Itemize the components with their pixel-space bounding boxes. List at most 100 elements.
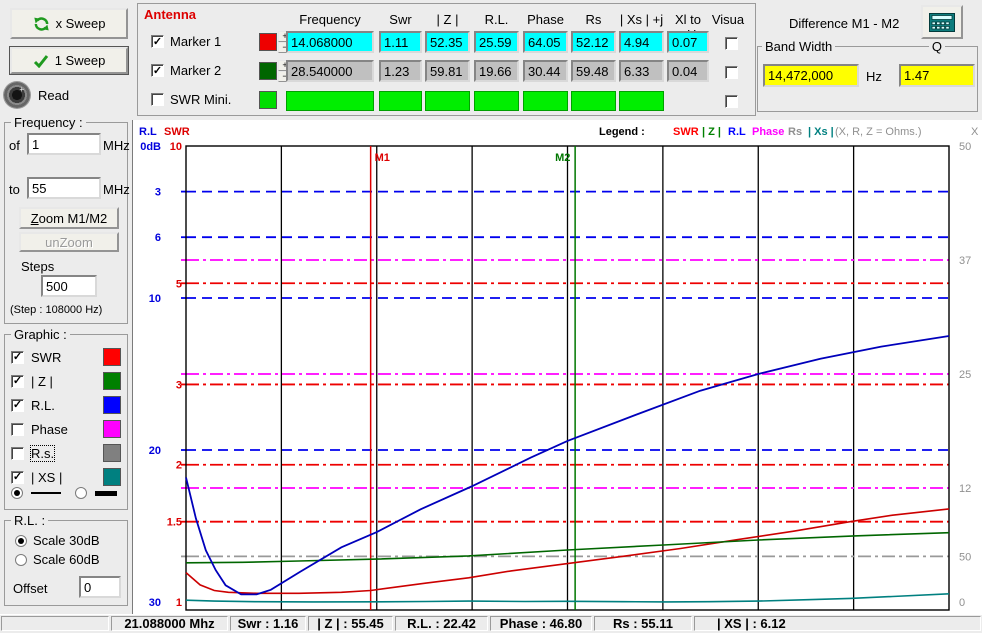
value-cell[interactable]: 59.48 xyxy=(571,60,616,82)
scale-30db-label: Scale 30dB xyxy=(33,533,100,548)
status-segment: 21.088000 Mhz xyxy=(111,616,228,631)
graphic-checkbox[interactable] xyxy=(11,447,24,460)
thick-line-radio[interactable] xyxy=(75,487,87,499)
legend-entry: R.L xyxy=(728,126,746,138)
steps-label: Steps xyxy=(21,259,54,274)
graphic-label: | Z | xyxy=(31,374,53,389)
rl-panel-title: R.L. : xyxy=(11,513,48,528)
graphic-color-swatch[interactable] xyxy=(103,372,121,390)
graphic-item: ✓R.L. xyxy=(11,393,121,417)
calculator-button[interactable] xyxy=(921,5,963,39)
value-cell[interactable]: 14.068000 xyxy=(286,31,374,53)
offset-input[interactable]: 0 xyxy=(79,576,121,598)
graphic-color-swatch[interactable] xyxy=(103,468,121,486)
offset-value: 0 xyxy=(84,580,91,595)
swr-axis-name: SWR xyxy=(164,126,190,138)
graphic-color-swatch[interactable] xyxy=(103,420,121,438)
to-unit: MHz xyxy=(103,182,130,197)
bandwidth-field[interactable]: 14,472,000 xyxy=(763,64,859,87)
scale-60db-radio[interactable] xyxy=(15,554,27,566)
column-header: | Xs | +j xyxy=(619,12,664,27)
graphic-checkbox[interactable] xyxy=(11,423,24,436)
value-cell[interactable]: 25.59 xyxy=(474,31,519,53)
freq-to-input[interactable]: 55 xyxy=(27,177,101,199)
swr-mini-color-swatch[interactable] xyxy=(259,91,277,109)
graphic-color-swatch[interactable] xyxy=(103,348,121,366)
thin-line-sample xyxy=(31,492,61,494)
scale-30db-option[interactable]: Scale 30dB xyxy=(15,533,100,548)
antenna-analyzer-app: { "icons": {"check": "✓"}, "toolbar": { … xyxy=(0,0,982,632)
ohm-tick-label: 50 xyxy=(959,141,971,153)
x-axis-header: X xyxy=(971,126,979,138)
graphic-checkbox[interactable]: ✓ xyxy=(11,399,24,412)
value-cell[interactable]: 4.94 xyxy=(619,31,664,53)
marker2-checkbox[interactable]: ✓ xyxy=(151,64,164,77)
scale-60db-option[interactable]: Scale 60dB xyxy=(15,552,100,567)
graphic-checkbox[interactable]: ✓ xyxy=(11,351,24,364)
graphic-item: Phase xyxy=(11,417,121,441)
read-knob-icon[interactable] xyxy=(4,82,30,108)
value-cell[interactable]: 1.23 xyxy=(379,60,422,82)
value-cell[interactable]: 6.33 xyxy=(619,60,664,82)
thick-line-sample xyxy=(95,491,117,496)
marker2-color-swatch[interactable] xyxy=(259,62,277,80)
bandwidth-groupbox: Band Width Q 14,472,000 Hz 1.47 xyxy=(757,46,978,112)
freq-from-input[interactable]: 1 xyxy=(27,133,101,155)
status-segment-empty xyxy=(1,616,109,631)
steps-input[interactable]: 500 xyxy=(41,275,97,297)
legend-title: Legend : xyxy=(599,126,645,138)
graphic-checkbox[interactable]: ✓ xyxy=(11,471,24,484)
swr-tick-label: 2 xyxy=(176,460,182,472)
swr-tick-label: 5 xyxy=(176,278,182,290)
x-sweep-label: x Sweep xyxy=(56,16,106,31)
to-label: to xyxy=(9,182,20,197)
graphic-checkbox[interactable]: ✓ xyxy=(11,375,24,388)
column-header: | Z | xyxy=(425,12,470,27)
marker1-color-swatch[interactable] xyxy=(259,33,277,51)
q-field[interactable]: 1.47 xyxy=(899,64,975,87)
x-sweep-button[interactable]: x Sweep xyxy=(10,8,128,39)
swr-mini-cell xyxy=(379,91,422,111)
antenna-title: Antenna xyxy=(144,7,196,22)
swr-mini-cell xyxy=(474,91,519,111)
unzoom-button[interactable]: unZoom xyxy=(19,232,119,252)
swr-tick-label: 1.5 xyxy=(167,517,182,529)
graphic-color-swatch[interactable] xyxy=(103,396,121,414)
bandwidth-label: Band Width xyxy=(762,39,835,54)
value-cell[interactable]: 59.81 xyxy=(425,60,470,82)
swr-mini-checkbox[interactable] xyxy=(151,93,164,106)
marker2-label: Marker 2 xyxy=(170,63,221,78)
swr-mini-cell xyxy=(571,91,616,111)
column-header: Visua xyxy=(698,12,758,27)
value-cell[interactable]: 28.540000 xyxy=(286,60,374,82)
thin-line-radio[interactable] xyxy=(11,487,23,499)
status-bar: 21.088000 MhzSwr : 1.16| Z | : 55.45R.L.… xyxy=(0,614,982,633)
status-segment: Swr : 1.16 xyxy=(230,616,306,631)
zoom-m1-m2-button[interactable]: Zoom M1/M2 xyxy=(19,207,119,229)
legend-note: (X, R, Z = Ohms.) xyxy=(835,126,921,138)
frequency-panel: Frequency : of 1 MHz to 55 MHz Zoom M1/M… xyxy=(4,122,128,324)
graphic-color-swatch[interactable] xyxy=(103,444,121,462)
value-cell[interactable]: 0.04 xyxy=(667,60,709,82)
value-cell[interactable]: 0.07 xyxy=(667,31,709,53)
value-cell[interactable]: 52.12 xyxy=(571,31,616,53)
value-cell[interactable]: 64.05 xyxy=(523,31,568,53)
refresh-icon xyxy=(33,16,50,32)
marker2-visual-checkbox[interactable] xyxy=(725,66,738,79)
bandwidth-value: 14,472,000 xyxy=(768,68,833,83)
swr-mini-cell xyxy=(523,91,568,111)
one-sweep-button[interactable]: 1 Sweep xyxy=(10,47,128,74)
marker1-checkbox[interactable]: ✓ xyxy=(151,35,164,48)
value-cell[interactable]: 52.35 xyxy=(425,31,470,53)
sweep-plot[interactable]: M1M2R.LSWR0dB36102030105321.515037251250… xyxy=(133,120,982,614)
status-segment: Phase : 46.80 xyxy=(490,616,592,631)
rl-panel: R.L. : Scale 30dB Scale 60dB Offset 0 xyxy=(4,520,128,606)
value-cell[interactable]: 19.66 xyxy=(474,60,519,82)
value-cell[interactable]: 30.44 xyxy=(523,60,568,82)
value-cell[interactable]: 1.11 xyxy=(379,31,422,53)
scale-30db-radio[interactable] xyxy=(15,535,27,547)
step-info: (Step : 108000 Hz) xyxy=(10,304,102,316)
swr-tick-label: 1 xyxy=(176,597,182,609)
swr-mini-visual-checkbox[interactable] xyxy=(725,95,738,108)
marker1-visual-checkbox[interactable] xyxy=(725,37,738,50)
